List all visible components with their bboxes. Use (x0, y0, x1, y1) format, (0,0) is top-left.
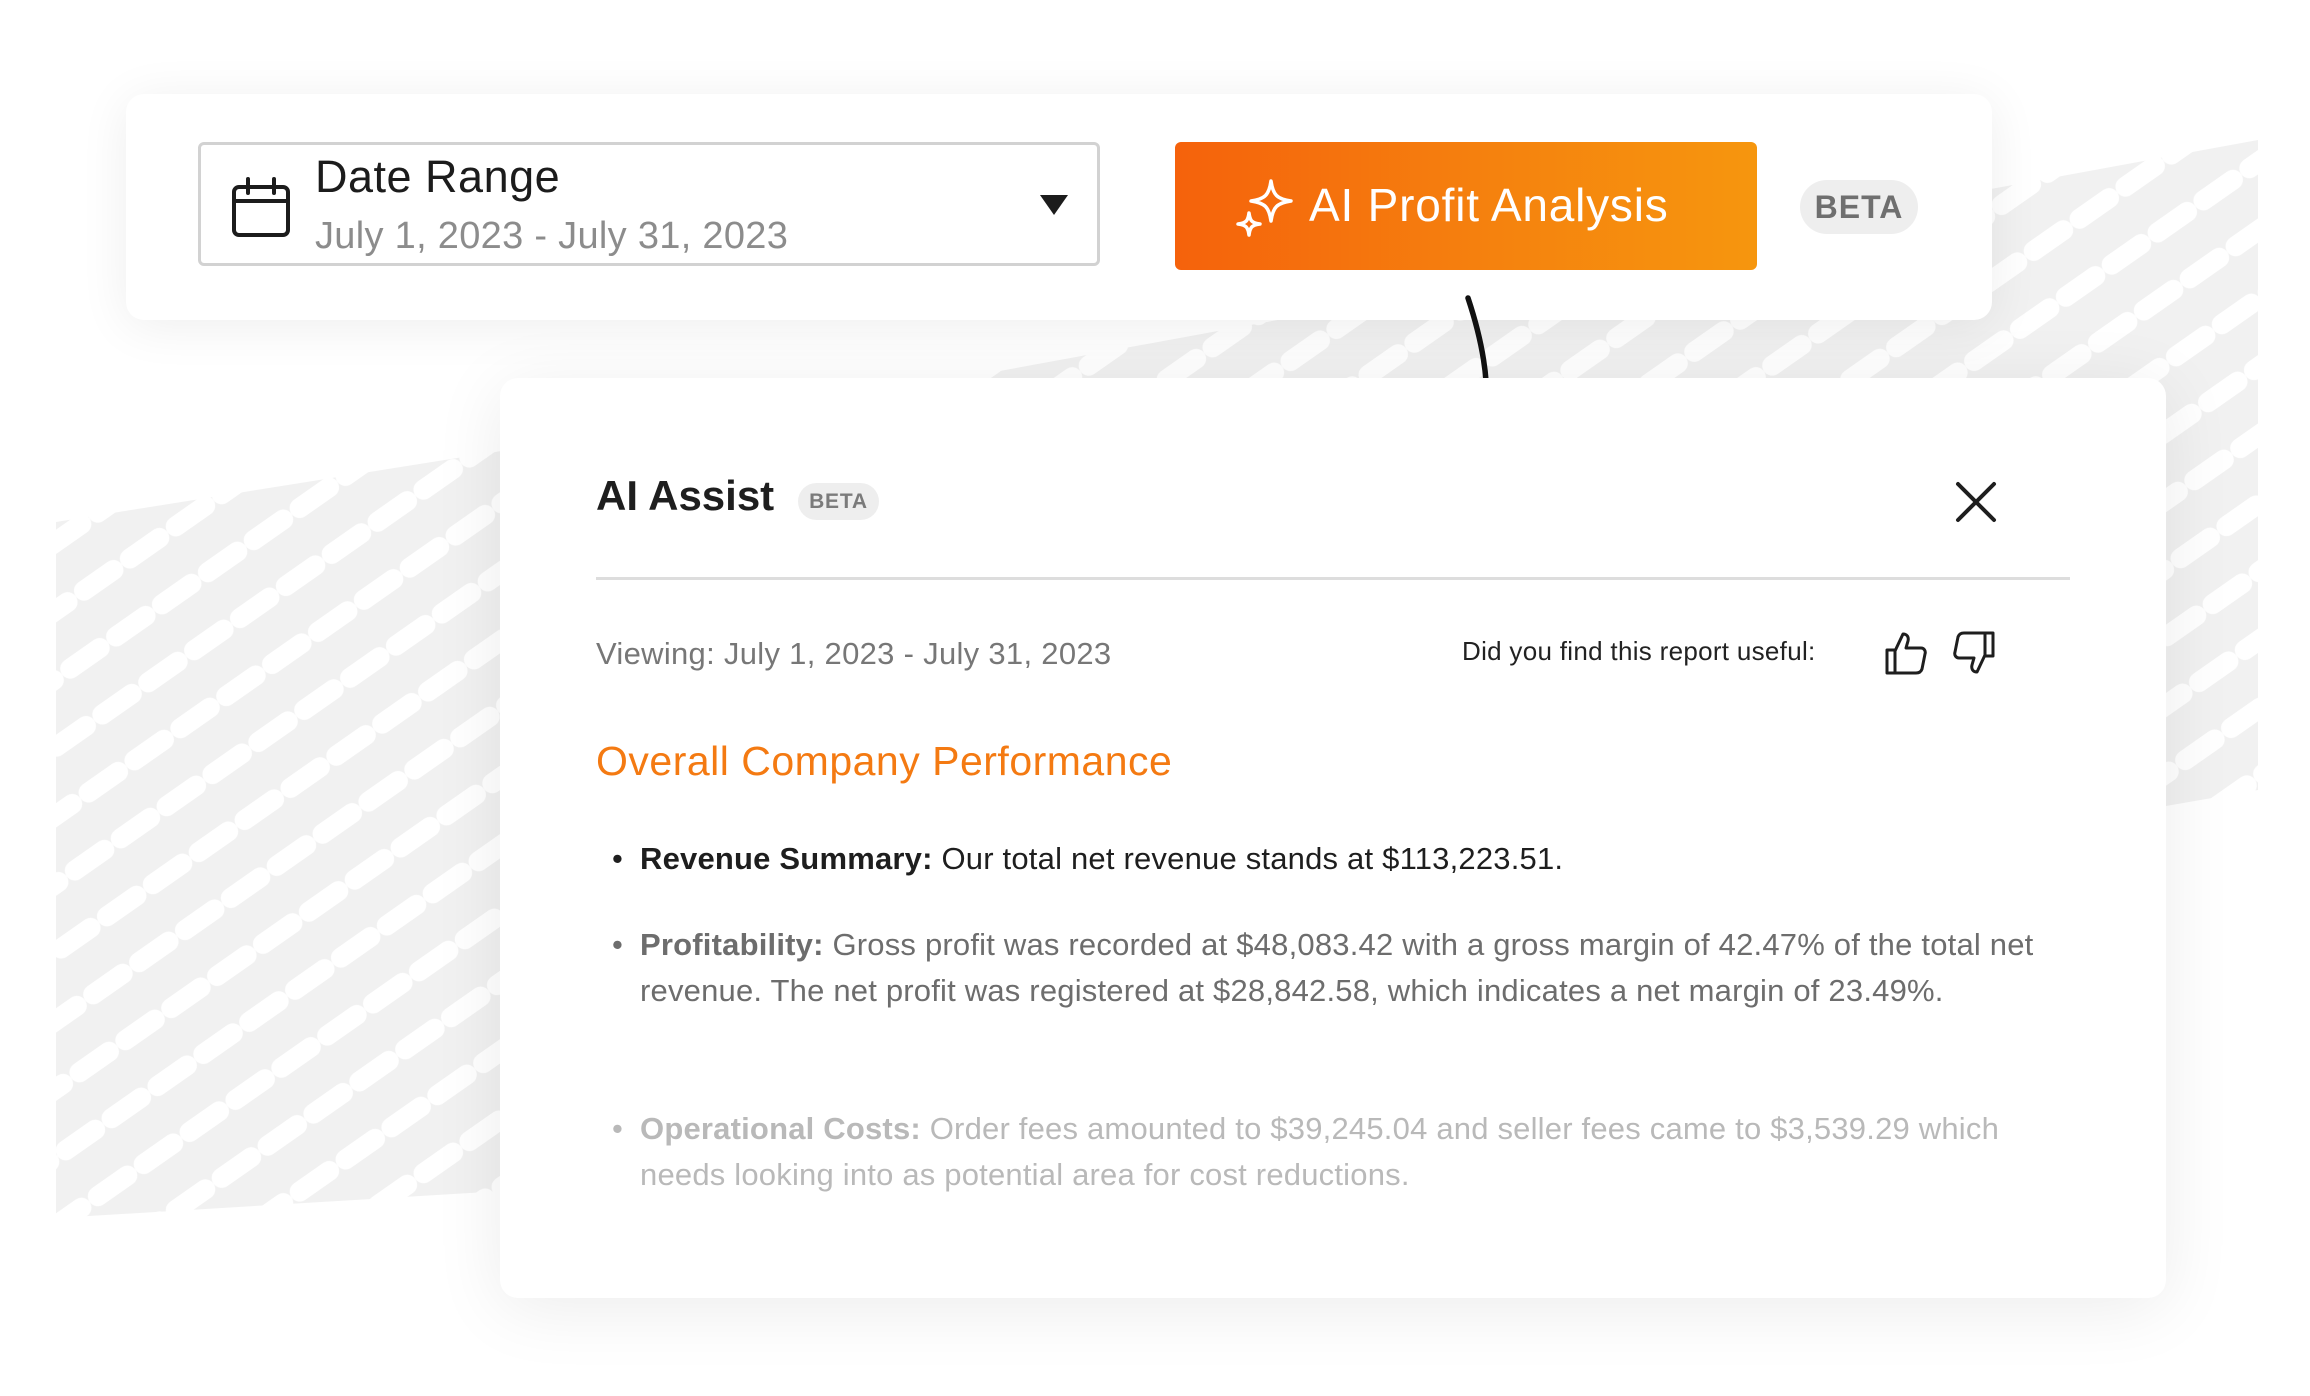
bullet-label: Revenue Summary: (640, 841, 933, 876)
bullet-text: Our total net revenue stands at $113,223… (932, 841, 1564, 876)
panel-beta-badge: BETA (798, 483, 879, 520)
feedback-prompt: Did you find this report useful: (1462, 636, 1816, 666)
bullet-text: Gross profit was recorded at $48,083.42 … (640, 927, 2034, 1008)
close-icon[interactable] (1952, 478, 2000, 526)
date-range-value: July 1, 2023 - July 31, 2023 (315, 215, 789, 257)
viewing-range-text: Viewing: July 1, 2023 - July 31, 2023 (596, 636, 1112, 671)
ai-profit-analysis-label: AI Profit Analysis (1309, 179, 1669, 231)
thumbs-up-icon[interactable] (1884, 630, 1928, 676)
bullet-label: Operational Costs: (640, 1111, 921, 1146)
ai-profit-analysis-button[interactable]: AI Profit Analysis (1175, 142, 1757, 270)
bullet-label: Profitability: (640, 927, 824, 962)
caret-down-icon (1040, 195, 1068, 215)
date-range-label: Date Range (315, 151, 561, 202)
panel-divider (596, 577, 2070, 580)
beta-badge: BETA (1800, 180, 1918, 234)
thumbs-down-icon[interactable] (1952, 630, 1996, 676)
sparkle-icon (1236, 179, 1293, 237)
list-item-profitability: • Profitability: Gross profit was recorde… (612, 927, 2034, 1008)
list-item-revenue-summary: • Revenue Summary: Our total net revenue … (612, 841, 1564, 876)
date-range-select[interactable]: Date Range July 1, 2023 - July 31, 2023 (198, 142, 1100, 266)
section-heading: Overall Company Performance (596, 738, 1173, 784)
panel-title: AI Assist (596, 472, 775, 519)
calendar-icon (232, 177, 290, 237)
list-item-operational-costs: • Operational Costs: Order fees amounted … (612, 1111, 2000, 1192)
